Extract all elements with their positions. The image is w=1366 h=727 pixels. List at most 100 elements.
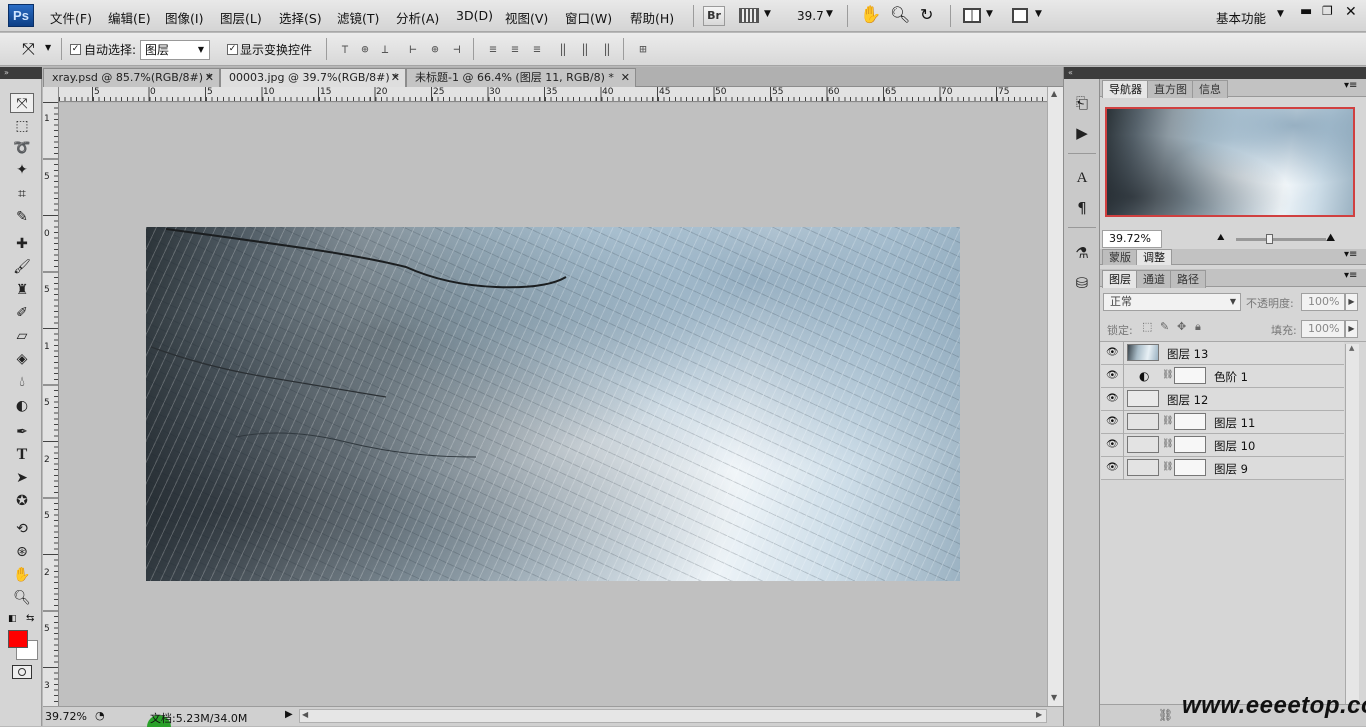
chevron-down-icon[interactable]: ▼ bbox=[1277, 9, 1284, 19]
3d-orbit-icon[interactable]: ⊛ bbox=[10, 542, 34, 562]
tab-adjustments[interactable]: 调整 bbox=[1136, 249, 1172, 265]
foreground-color-swatch[interactable] bbox=[8, 630, 28, 648]
scroll-right-icon[interactable]: ▶ bbox=[1036, 710, 1042, 719]
eyedropper-icon[interactable]: ✎ bbox=[10, 207, 34, 227]
link-layers-icon[interactable]: ⛓ bbox=[1158, 708, 1173, 722]
menu-select[interactable]: 选择(S) bbox=[279, 8, 322, 27]
scroll-up-icon[interactable]: ▲ bbox=[1349, 344, 1354, 352]
panel-menu-icon[interactable]: ▾≡ bbox=[1344, 249, 1357, 260]
distribute-left-icon[interactable]: ‖ bbox=[555, 42, 571, 56]
opacity-field[interactable]: 100% bbox=[1301, 293, 1345, 311]
layer-row[interactable]: 👁︎ ⛓ 图层 9 bbox=[1101, 457, 1344, 480]
auto-align-icon[interactable]: ⊞ bbox=[635, 42, 651, 56]
tab-channels[interactable]: 通道 bbox=[1136, 270, 1172, 288]
menu-filter[interactable]: 滤镜(T) bbox=[337, 8, 379, 27]
lasso-tool-icon[interactable]: ➰ bbox=[10, 138, 34, 158]
menu-3d[interactable]: 3D(D) bbox=[456, 8, 493, 23]
menu-window[interactable]: 窗口(W) bbox=[565, 8, 612, 27]
menu-file[interactable]: 文件(F) bbox=[50, 8, 92, 27]
show-transform-checkbox[interactable]: ✓ bbox=[227, 44, 238, 55]
magic-wand-icon[interactable]: ✦ bbox=[10, 160, 34, 180]
auto-select-dropdown[interactable]: 图层 ▼ bbox=[140, 40, 210, 60]
close-icon[interactable]: ✕ bbox=[1345, 4, 1357, 20]
layers-scrollbar[interactable]: ▲ bbox=[1345, 344, 1359, 704]
quick-mask-icon[interactable] bbox=[12, 665, 32, 679]
layer-mask-thumbnail[interactable] bbox=[1174, 367, 1206, 384]
tab-paths[interactable]: 路径 bbox=[1170, 270, 1206, 288]
character-panel-icon[interactable]: A bbox=[1072, 168, 1092, 188]
lock-image-icon[interactable]: ✎ bbox=[1160, 320, 1169, 333]
align-vcenter-icon[interactable]: ⊕ bbox=[357, 42, 373, 56]
zoom-level[interactable]: 39.7 bbox=[797, 9, 824, 23]
mask-link-icon[interactable]: ⛓ bbox=[1162, 462, 1173, 472]
collapse-icon[interactable]: » bbox=[0, 67, 42, 79]
scroll-left-icon[interactable]: ◀ bbox=[302, 710, 308, 719]
vertical-scrollbar[interactable]: ▲ ▼ bbox=[1047, 87, 1063, 707]
hand-tool-icon[interactable]: ✋ bbox=[10, 565, 34, 585]
layer-name[interactable]: 图层 10 bbox=[1214, 438, 1255, 454]
close-icon[interactable]: ✕ bbox=[621, 69, 630, 87]
distribute-hcenter-icon[interactable]: ‖ bbox=[577, 42, 593, 56]
layer-name[interactable]: 图层 12 bbox=[1167, 392, 1208, 408]
tab-layers[interactable]: 图层 bbox=[1102, 270, 1138, 288]
workspace-switcher[interactable]: 基本功能 bbox=[1216, 8, 1266, 27]
scroll-up-icon[interactable]: ▲ bbox=[1051, 89, 1057, 98]
pen-tool-icon[interactable]: ✒ bbox=[10, 422, 34, 442]
3d-rotate-icon[interactable]: ⟲ bbox=[10, 519, 34, 539]
blend-mode-select[interactable]: 正常 ▼ bbox=[1103, 293, 1241, 311]
menu-view[interactable]: 视图(V) bbox=[505, 8, 548, 27]
navigator-zoom-field[interactable]: 39.72% bbox=[1102, 230, 1162, 248]
healing-brush-icon[interactable]: ✚ bbox=[10, 234, 34, 254]
chevron-down-icon[interactable]: ▼ bbox=[986, 9, 993, 19]
status-zoom[interactable]: 39.72% bbox=[45, 710, 87, 723]
close-icon[interactable]: ✕ bbox=[391, 69, 400, 87]
align-hcenter-icon[interactable]: ⊕ bbox=[427, 42, 443, 56]
lock-transparent-icon[interactable]: ⬚ bbox=[1142, 320, 1152, 333]
menu-analysis[interactable]: 分析(A) bbox=[396, 8, 439, 27]
default-colors-icon[interactable]: ◧ bbox=[8, 614, 17, 624]
auto-select-checkbox[interactable]: ✓ bbox=[70, 44, 81, 55]
menu-edit[interactable]: 编辑(E) bbox=[108, 8, 151, 27]
eraser-tool-icon[interactable]: ▱ bbox=[10, 326, 34, 346]
mask-link-icon[interactable]: ⛓ bbox=[1162, 439, 1173, 449]
blur-tool-icon[interactable]: 💧︎ bbox=[10, 372, 34, 392]
mask-link-icon[interactable]: ⛓ bbox=[1162, 416, 1173, 426]
document-image[interactable] bbox=[146, 227, 960, 581]
layer-name[interactable]: 图层 9 bbox=[1214, 461, 1248, 477]
arrange-documents-icon[interactable] bbox=[963, 8, 981, 23]
swap-colors-icon[interactable]: ⇆ bbox=[26, 613, 34, 624]
layer-mask-thumbnail[interactable] bbox=[1174, 413, 1206, 430]
menu-image[interactable]: 图像(I) bbox=[165, 8, 203, 27]
screen-mode-icon[interactable] bbox=[1012, 8, 1028, 23]
visibility-eye-icon[interactable]: 👁︎ bbox=[1106, 370, 1119, 382]
chevron-down-icon[interactable]: ▼ bbox=[826, 9, 833, 19]
paragraph-panel-icon[interactable]: ¶ bbox=[1072, 198, 1092, 218]
rotate-view-icon[interactable]: ↻ bbox=[920, 5, 933, 24]
distribute-right-icon[interactable]: ‖ bbox=[599, 42, 615, 56]
tab-masks[interactable]: 蒙版 bbox=[1102, 249, 1138, 265]
paint-bucket-icon[interactable]: ◈ bbox=[10, 349, 34, 369]
layer-row[interactable]: 👁︎ 图层 13 bbox=[1101, 342, 1344, 365]
hand-icon[interactable]: ✋ bbox=[860, 5, 881, 25]
tab-xray[interactable]: xray.psd @ 85.7%(RGB/8#) * ✕ bbox=[43, 68, 220, 87]
minimize-icon[interactable]: ▬ bbox=[1300, 4, 1312, 19]
horizontal-ruler[interactable]: 5 0 5 10 15 20 25 30 35 40 45 50 55 60 6… bbox=[59, 87, 1047, 102]
zoom-tool-icon[interactable]: 🔍︎ bbox=[10, 588, 34, 608]
zoom-icon[interactable]: 🔍︎ bbox=[890, 5, 910, 24]
canvas-area[interactable] bbox=[59, 103, 1047, 706]
history-brush-icon[interactable]: ✐ bbox=[10, 303, 34, 323]
fill-field[interactable]: 100% bbox=[1301, 320, 1345, 338]
chevron-down-icon[interactable]: ▼ bbox=[45, 43, 51, 52]
menu-layer[interactable]: 图层(L) bbox=[220, 8, 262, 27]
restore-icon[interactable]: ❐ bbox=[1322, 4, 1333, 18]
fill-arrow-icon[interactable]: ▶ bbox=[1345, 320, 1358, 338]
zoom-in-icon[interactable]: ⛰ bbox=[1326, 231, 1335, 245]
chevron-down-icon[interactable]: ▼ bbox=[1035, 9, 1042, 19]
mask-link-icon[interactable]: ⛓ bbox=[1162, 370, 1173, 380]
zoom-slider-thumb[interactable] bbox=[1266, 234, 1273, 244]
distribute-vcenter-icon[interactable]: ≡ bbox=[507, 42, 523, 56]
distribute-bottom-icon[interactable]: ≡ bbox=[529, 42, 545, 56]
layer-mask-thumbnail[interactable] bbox=[1174, 436, 1206, 453]
align-left-icon[interactable]: ⊢ bbox=[405, 42, 421, 56]
status-icon[interactable]: ◔ bbox=[95, 709, 105, 722]
